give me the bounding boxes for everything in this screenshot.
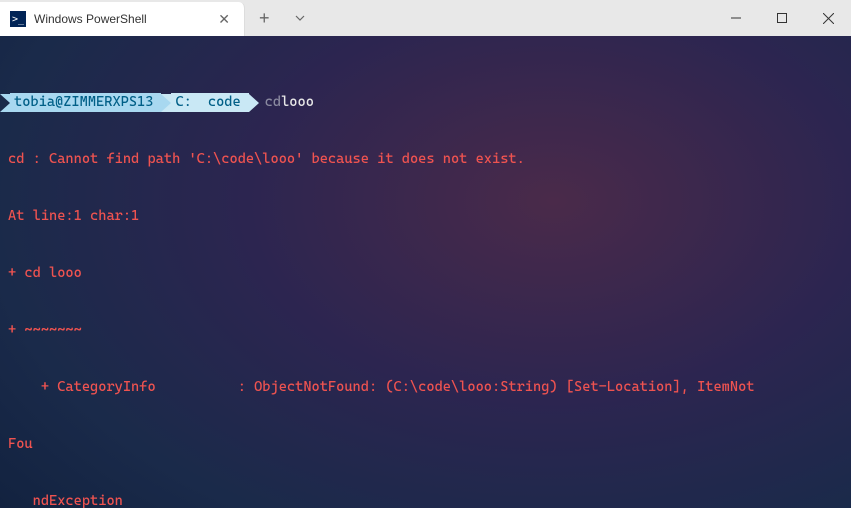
user-segment: tobia@ZIMMERXPS13 [10, 93, 161, 112]
prompt-line: tobia@ZIMMERXPS13 C: codecd looo [0, 93, 851, 112]
error-output: + ~~~~~~~ [0, 321, 851, 340]
tab-title: Windows PowerShell [34, 12, 206, 26]
minimize-button[interactable] [713, 0, 759, 36]
command-keyword: cd [259, 93, 281, 112]
drive-segment: C: [171, 93, 203, 112]
tab-powershell[interactable]: >_ Windows PowerShell ✕ [0, 2, 245, 36]
error-output: Fou [0, 435, 851, 454]
error-output: + cd looo [0, 264, 851, 283]
new-tab-button[interactable]: + [245, 8, 284, 29]
window-controls [713, 0, 851, 36]
maximize-button[interactable] [759, 0, 805, 36]
path-segment: code [204, 93, 249, 112]
titlebar: >_ Windows PowerShell ✕ + [0, 0, 851, 36]
powershell-icon: >_ [10, 11, 26, 27]
error-output: + CategoryInfo : ObjectNotFound: (C:\cod… [0, 378, 851, 397]
main-window: >_ Windows PowerShell ✕ + tobia@ZIMMERXP… [0, 0, 851, 508]
tab-close-button[interactable]: ✕ [214, 11, 234, 28]
error-output: At line:1 char:1 [0, 207, 851, 226]
command-arg: looo [281, 93, 314, 112]
close-button[interactable] [805, 0, 851, 36]
tab-dropdown-button[interactable] [284, 12, 316, 24]
error-output: cd : Cannot find path 'C:\code\looo' bec… [0, 150, 851, 169]
error-output: ndException [0, 492, 851, 508]
terminal-area[interactable]: tobia@ZIMMERXPS13 C: codecd looo cd : Can… [0, 36, 851, 508]
